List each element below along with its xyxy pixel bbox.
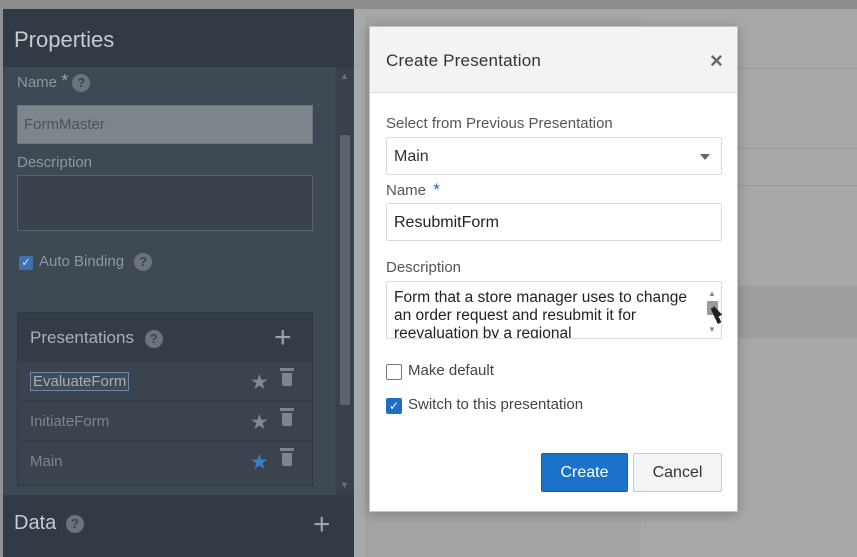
trash-icon[interactable]: [280, 408, 294, 426]
default-star-icon[interactable]: ★: [250, 450, 269, 475]
description-label: Description: [17, 154, 93, 171]
dialog-description-label: Description: [386, 259, 462, 276]
scroll-down-icon[interactable]: ▼: [708, 321, 716, 338]
auto-binding-row: Auto Binding ?: [39, 253, 153, 272]
make-default-label: Make default: [408, 362, 494, 379]
help-icon[interactable]: ?: [144, 329, 163, 348]
dialog-name-label-row: Name *: [386, 180, 440, 200]
required-marker: *: [61, 71, 69, 91]
cancel-button[interactable]: Cancel: [633, 453, 722, 492]
scrollbar-thumb[interactable]: [340, 135, 350, 405]
dialog-header: Create Presentation ×: [370, 27, 737, 93]
add-presentation-icon[interactable]: +: [274, 323, 292, 353]
create-presentation-dialog: Create Presentation × Select from Previo…: [369, 26, 738, 512]
description-field[interactable]: [17, 175, 313, 231]
data-section-header[interactable]: Data ? +: [3, 495, 354, 557]
chevron-down-icon: [700, 154, 710, 160]
close-icon[interactable]: ×: [710, 50, 723, 72]
switch-presentation-checkbox[interactable]: ✓: [386, 398, 402, 414]
add-data-icon[interactable]: +: [313, 510, 331, 540]
scroll-down-icon[interactable]: ▼: [340, 480, 349, 490]
previous-presentation-select[interactable]: Main: [386, 137, 722, 175]
presentation-name: Main: [30, 453, 63, 470]
list-item[interactable]: Main ★: [18, 441, 312, 481]
presentation-description-field[interactable]: Form that a store manager uses to change…: [386, 281, 722, 339]
create-button[interactable]: Create: [541, 453, 628, 492]
star-icon[interactable]: ★: [250, 410, 269, 435]
list-item[interactable]: InitiateForm ★: [18, 401, 312, 441]
trash-icon[interactable]: [280, 368, 294, 386]
description-text: Form that a store manager uses to change…: [394, 289, 687, 339]
properties-title: Properties: [3, 9, 354, 67]
dialog-title: Create Presentation: [386, 51, 541, 70]
star-icon[interactable]: ★: [250, 370, 269, 395]
auto-binding-label: Auto Binding: [39, 253, 125, 270]
help-icon[interactable]: ?: [65, 514, 84, 533]
presentation-name: EvaluateForm: [30, 372, 130, 391]
presentations-section: Presentations ? + EvaluateForm ★ Initiat…: [17, 312, 313, 486]
trash-icon[interactable]: [280, 448, 294, 466]
list-item[interactable]: EvaluateForm ★: [18, 361, 312, 401]
data-title: Data: [14, 512, 57, 534]
properties-panel: Properties Name * ? FormMaster Descripti…: [3, 9, 354, 557]
name-field[interactable]: FormMaster: [17, 105, 313, 144]
name-label: Name: [17, 74, 58, 91]
scroll-up-icon[interactable]: ▲: [340, 71, 349, 81]
select-label: Select from Previous Presentation: [386, 115, 613, 132]
required-marker: *: [433, 180, 440, 199]
properties-body: Name * ? FormMaster Description ✓ Auto B…: [3, 67, 335, 495]
presentation-name-field[interactable]: ResubmitForm: [386, 203, 722, 241]
dialog-name-label: Name: [386, 182, 427, 199]
background-top: [0, 0, 857, 9]
help-icon[interactable]: ?: [72, 74, 91, 93]
name-label-row: Name * ?: [17, 71, 91, 93]
make-default-checkbox[interactable]: [386, 364, 402, 380]
auto-binding-checkbox[interactable]: ✓: [19, 256, 33, 270]
presentations-title: Presentations: [30, 328, 134, 347]
help-icon[interactable]: ?: [134, 253, 153, 272]
presentations-header: Presentations ? +: [18, 313, 312, 361]
presentation-name: InitiateForm: [30, 413, 110, 430]
select-value: Main: [394, 148, 429, 165]
switch-presentation-label: Switch to this presentation: [408, 396, 584, 413]
